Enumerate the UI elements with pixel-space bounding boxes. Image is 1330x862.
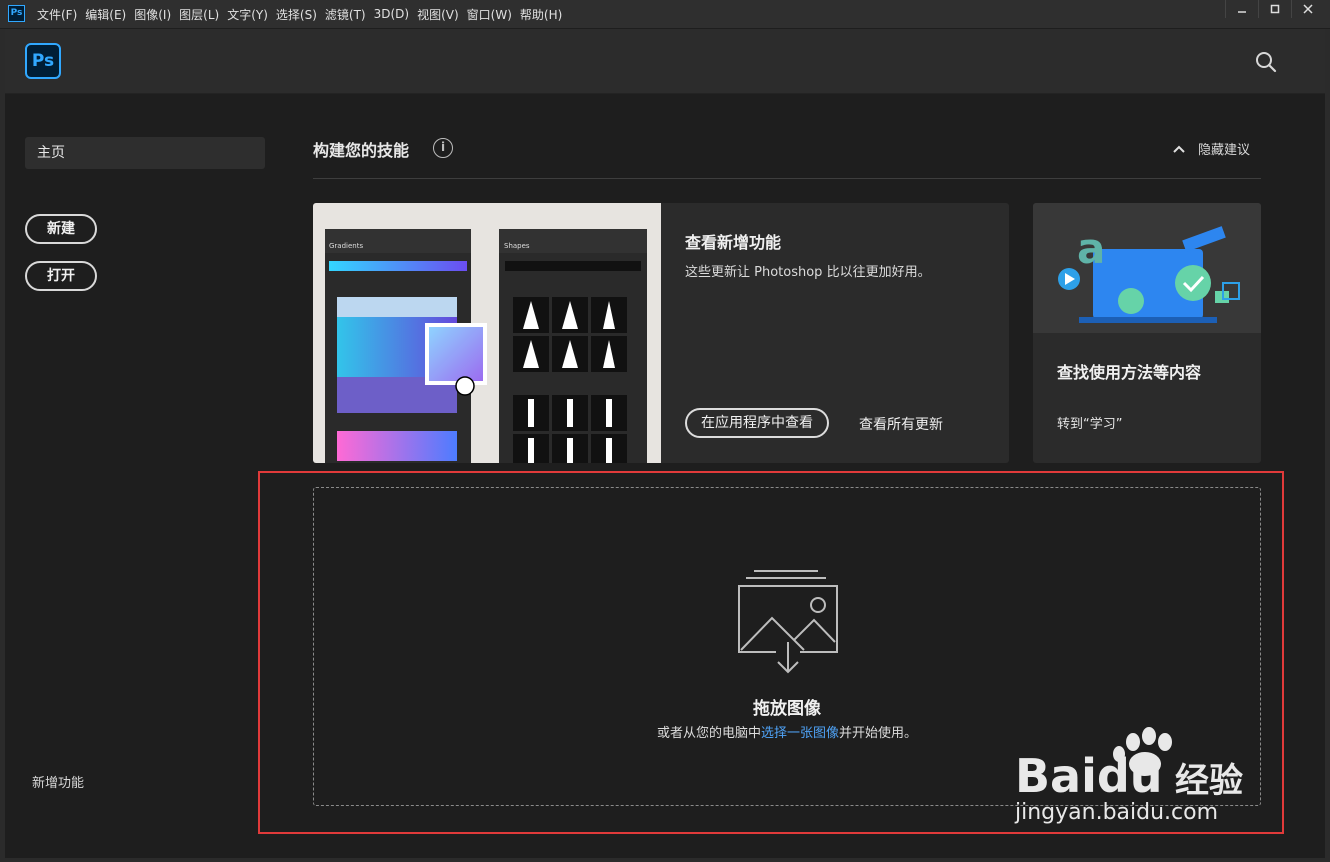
view-all-updates-link[interactable]: 查看所有更新 — [859, 414, 943, 434]
menu-filter[interactable]: 滤镜(T) — [325, 6, 366, 23]
menu-select[interactable]: 选择(S) — [276, 6, 317, 23]
drop-subtitle-text: 或者从您的电脑中 — [656, 726, 761, 741]
learn-card: a 查找使用方法等内容 转到“学习” — [1033, 203, 1261, 463]
section-title: 构建您的技能 — [313, 141, 410, 160]
whats-new-link[interactable]: 新增功能 — [32, 772, 84, 791]
whats-new-description: 这些更新让 Photoshop 比以往更加好用。 — [685, 265, 931, 280]
image-drop-icon — [738, 570, 838, 674]
whats-new-thumbnail: Gradients Shapes — [313, 203, 661, 463]
watermark-url: jingyan.baidu.com — [1015, 800, 1219, 825]
watermark-brand-cn: 经验 — [1175, 761, 1243, 801]
menu-layer[interactable]: 图层(L) — [179, 6, 219, 23]
shapes-panel-title: Shapes — [504, 242, 530, 250]
new-button[interactable]: 新建 — [25, 214, 97, 244]
whats-new-card: Gradients Shapes 查看新增功能 这些更新让 Photoshop … — [313, 203, 1009, 463]
section-divider — [313, 178, 1261, 179]
photoshop-logo: Ps — [25, 43, 61, 79]
menu-type[interactable]: 文字(Y) — [227, 6, 268, 23]
whats-new-title: 查看新增功能 — [685, 233, 782, 252]
view-in-app-button[interactable]: 在应用程序中查看 — [685, 408, 829, 438]
go-to-learn-link[interactable]: 转到“学习” — [1057, 413, 1122, 432]
app-header: Ps — [5, 29, 1325, 94]
gradients-panel-title: Gradients — [329, 242, 363, 250]
open-button[interactable]: 打开 — [25, 261, 97, 291]
menu-window[interactable]: 窗口(W) — [467, 6, 512, 23]
menu-items: 文件(F) 编辑(E) 图像(I) 图层(L) 文字(Y) 选择(S) 滤镜(T… — [37, 0, 570, 28]
hide-suggestions-button[interactable]: 隐藏建议 — [1172, 139, 1250, 158]
learn-illustration: a — [1033, 203, 1261, 333]
ps-app-icon: Ps — [8, 5, 25, 22]
menu-file[interactable]: 文件(F) — [37, 6, 77, 23]
choose-image-link[interactable]: 选择一张图像 — [761, 726, 839, 741]
menu-3d[interactable]: 3D(D) — [374, 7, 409, 21]
menu-edit[interactable]: 编辑(E) — [85, 6, 126, 23]
close-icon[interactable] — [1291, 0, 1324, 18]
menu-view[interactable]: 视图(V) — [417, 6, 459, 23]
menu-help[interactable]: 帮助(H) — [520, 6, 562, 23]
restore-icon[interactable] — [1258, 0, 1291, 18]
chevron-up-icon — [1173, 145, 1185, 153]
panels-illustration: Gradients Shapes — [325, 229, 647, 463]
info-icon[interactable]: i — [433, 138, 453, 158]
hide-suggestions-label: 隐藏建议 — [1198, 143, 1251, 158]
menu-bar: Ps 文件(F) 编辑(E) 图像(I) 图层(L) 文字(Y) 选择(S) 滤… — [0, 0, 1330, 29]
learn-title: 查找使用方法等内容 — [1057, 363, 1202, 382]
menu-image[interactable]: 图像(I) — [134, 6, 171, 23]
drop-subtitle-text-end: 并开始使用。 — [839, 726, 918, 741]
sidebar-item-home[interactable]: 主页 — [25, 137, 265, 169]
minimize-icon[interactable] — [1225, 0, 1258, 18]
illustration-letter: a — [1077, 224, 1105, 273]
search-icon[interactable] — [1253, 49, 1279, 75]
window-controls — [1225, 0, 1324, 20]
